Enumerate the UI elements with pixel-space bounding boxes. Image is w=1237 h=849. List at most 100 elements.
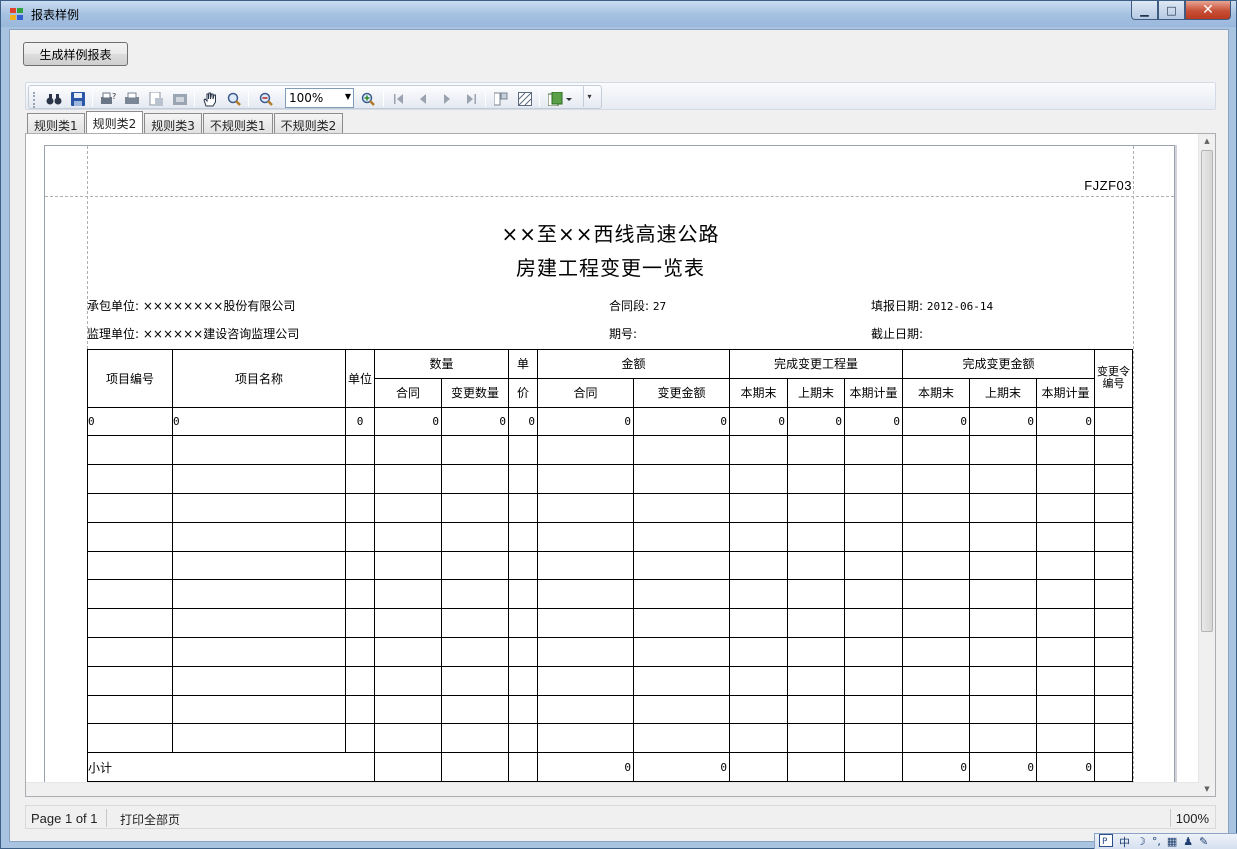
table-row bbox=[87, 550, 1133, 581]
moon-icon[interactable]: ☽ bbox=[1136, 835, 1146, 848]
scroll-down-icon[interactable]: ▼ bbox=[1199, 782, 1215, 796]
cell-amt-contract: 0 bbox=[537, 406, 634, 437]
tab-irregular-1[interactable]: 不规则类1 bbox=[202, 113, 273, 133]
status-page-indicator: Page 1 of 1 bbox=[31, 811, 98, 826]
header-da-current: 本期末 bbox=[902, 377, 970, 408]
save-icon[interactable] bbox=[69, 91, 87, 107]
toolbar-overflow-button[interactable]: ▾ bbox=[583, 85, 595, 107]
report-tabs: 规则类1 规则类2 规则类3 不规则类1 不规则类2 bbox=[27, 111, 344, 133]
table-row bbox=[87, 723, 1133, 754]
maximize-button[interactable]: □ bbox=[1158, 1, 1185, 20]
table-row bbox=[87, 665, 1133, 696]
report-date-value: 2012-06-14 bbox=[926, 300, 994, 313]
scroll-up-icon[interactable]: ▲ bbox=[1199, 134, 1215, 148]
user-icon[interactable]: ♟ bbox=[1183, 835, 1193, 848]
scrollbar-thumb[interactable] bbox=[1201, 150, 1213, 632]
period-info: 期号: bbox=[609, 325, 637, 342]
header-da-previous: 上期末 bbox=[969, 377, 1037, 408]
multipage-icon[interactable] bbox=[492, 91, 510, 107]
client-area: 生成样例报表 ? 100% ▼ ▾ 规则类1 规则类2 规则类3 不规则类1 不… bbox=[9, 29, 1229, 842]
deadline-label: 截止日期: bbox=[871, 327, 924, 341]
status-zoom-level: 100% bbox=[1175, 811, 1209, 826]
watermark-icon[interactable] bbox=[516, 91, 534, 107]
close-button[interactable]: ✕ bbox=[1185, 1, 1231, 20]
ime-toolbar[interactable]: P 中 ☽ °, ▦ ♟ ✎ bbox=[1094, 833, 1237, 849]
keyboard-icon[interactable]: ▦ bbox=[1167, 835, 1177, 848]
table-header-row: 项目编号 项目名称 单位 数量 单 金额 完成变更工程量 完成变更金额 变更令编… bbox=[87, 349, 1133, 408]
report-page: FJZF03 ××至××西线高速公路 房建工程变更一览表 承包单位: ×××××… bbox=[44, 145, 1175, 795]
tab-irregular-2[interactable]: 不规则类2 bbox=[273, 113, 344, 133]
zoom-select[interactable]: 100% ▼ bbox=[285, 88, 354, 108]
report-subtitle: 房建工程变更一览表 bbox=[516, 256, 705, 280]
horizontal-scrollbar[interactable] bbox=[26, 782, 1199, 796]
table-row bbox=[87, 608, 1133, 638]
ime-logo-icon[interactable]: P bbox=[1099, 833, 1113, 849]
table-row bbox=[87, 521, 1133, 552]
cell-qty-contract: 0 bbox=[374, 406, 442, 437]
tab-regular-3[interactable]: 规则类3 bbox=[144, 113, 202, 133]
header-qty-contract: 合同 bbox=[374, 377, 442, 408]
print-preview-area[interactable]: FJZF03 ××至××西线高速公路 房建工程变更一览表 承包单位: ×××××… bbox=[25, 133, 1216, 797]
table-row bbox=[87, 636, 1133, 667]
header-dq-previous: 上期末 bbox=[787, 377, 845, 408]
header-unit-price-bottom: 价 bbox=[508, 377, 538, 408]
toolbar-grip-handle[interactable] bbox=[33, 92, 36, 108]
export-document-icon[interactable] bbox=[547, 91, 575, 107]
zoom-out-icon[interactable] bbox=[257, 91, 275, 107]
cell-change-order bbox=[1094, 406, 1133, 437]
header-item-name: 项目名称 bbox=[172, 349, 346, 408]
subtotal-row: 小计 0 0 0 0 0 bbox=[87, 752, 1133, 782]
print-icon[interactable] bbox=[123, 91, 141, 107]
first-page-icon[interactable] bbox=[390, 91, 408, 107]
cell-unit-price: 0 bbox=[508, 406, 538, 437]
cell-amt-change: 0 bbox=[633, 406, 730, 437]
page-setup-icon[interactable] bbox=[147, 91, 165, 107]
export-icon[interactable] bbox=[171, 91, 189, 107]
ime-mode[interactable]: 中 bbox=[1119, 834, 1130, 849]
report-date-label: 填报日期: bbox=[871, 299, 924, 313]
generate-report-button[interactable]: 生成样例报表 bbox=[23, 42, 128, 66]
contractor-value: ××××××××股份有限公司 bbox=[142, 299, 296, 313]
preview-toolbar: ? 100% ▼ ▾ bbox=[25, 82, 1216, 110]
header-dq-measure: 本期计量 bbox=[844, 377, 903, 408]
tab-regular-1[interactable]: 规则类1 bbox=[27, 113, 85, 133]
next-page-icon[interactable] bbox=[438, 91, 456, 107]
hand-icon[interactable] bbox=[201, 91, 219, 107]
header-amount: 金额 bbox=[537, 349, 730, 379]
period-label: 期号: bbox=[609, 327, 638, 341]
find-icon[interactable] bbox=[45, 91, 63, 107]
tab-regular-2[interactable]: 规则类2 bbox=[85, 111, 144, 133]
minimize-button[interactable]: ▁ bbox=[1131, 1, 1158, 20]
cell-item-name: 0 bbox=[172, 406, 346, 437]
magnifier-icon[interactable] bbox=[225, 91, 243, 107]
prev-page-icon[interactable] bbox=[414, 91, 432, 107]
header-dq-current: 本期末 bbox=[729, 377, 788, 408]
cell-da-current: 0 bbox=[902, 406, 970, 437]
print-setup-icon[interactable]: ? bbox=[99, 91, 117, 107]
status-bar: Page 1 of 1 打印全部页 100% bbox=[25, 805, 1216, 829]
header-amt-change: 变更金额 bbox=[633, 377, 730, 408]
title-bar[interactable]: 报表样例 ▁ □ ✕ bbox=[1, 1, 1236, 27]
table-row bbox=[87, 694, 1133, 725]
header-done-quantity: 完成变更工程量 bbox=[729, 349, 903, 379]
wrench-icon[interactable]: ✎ bbox=[1199, 835, 1208, 848]
contractor-info: 承包单位: ××××××××股份有限公司 bbox=[87, 297, 295, 314]
window-title: 报表样例 bbox=[31, 8, 80, 22]
table-row bbox=[87, 464, 1133, 494]
report-title: ××至××西线高速公路 bbox=[501, 222, 720, 246]
punctuation-icon[interactable]: °, bbox=[1152, 835, 1161, 848]
section-label: 合同段: bbox=[609, 299, 650, 313]
svg-text:?: ? bbox=[112, 92, 116, 101]
table-row bbox=[87, 492, 1133, 523]
app-icon bbox=[10, 8, 24, 21]
last-page-icon[interactable] bbox=[462, 91, 480, 107]
header-unit-price-top: 单 bbox=[508, 349, 538, 379]
chevron-down-icon[interactable]: ▼ bbox=[345, 92, 351, 101]
zoom-select-value: 100% bbox=[289, 91, 324, 105]
zoom-in-icon[interactable] bbox=[359, 91, 377, 107]
print-all-pages-button[interactable]: 打印全部页 bbox=[120, 811, 180, 828]
vertical-scrollbar[interactable]: ▲ ▼ bbox=[1198, 134, 1215, 796]
subtotal-amt-contract: 0 bbox=[537, 752, 634, 782]
table-row bbox=[87, 579, 1133, 610]
cell-qty-change: 0 bbox=[441, 406, 509, 437]
